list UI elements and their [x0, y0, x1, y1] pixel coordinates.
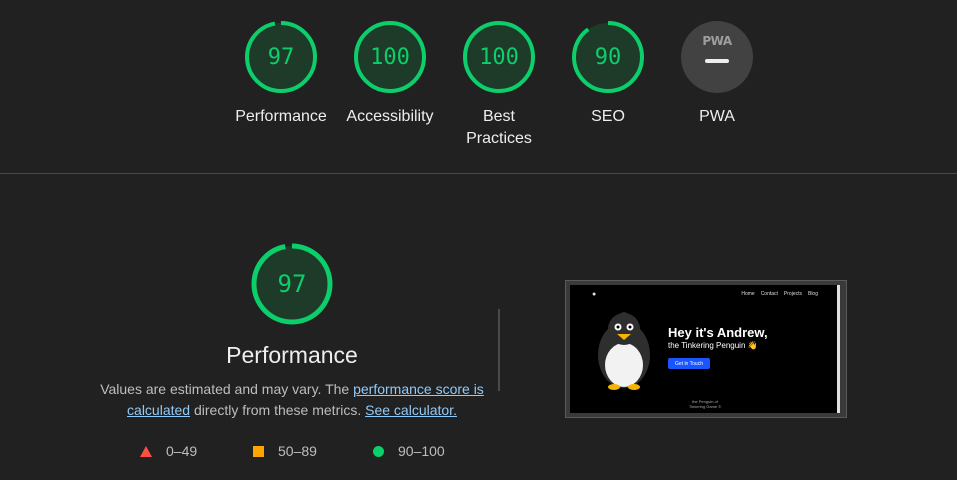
hero-subtitle: the Tinkering Penguin 👋 [668, 341, 758, 350]
square-icon [253, 445, 264, 457]
score-legend: 0–49 50–89 90–100 [0, 443, 580, 463]
hero-title: Hey it's Andrew, [668, 325, 768, 340]
category-gauges: 97 Performance 100 Accessibility 100 Bes… [0, 0, 957, 173]
pwa-badge: PWA [681, 21, 753, 93]
gauge-ring-accessibility: 100 [353, 20, 427, 94]
vertical-separator [498, 309, 500, 391]
site-footer: the Penguin of Tinkering Game © [670, 399, 740, 409]
performance-title: Performance [226, 342, 358, 368]
gauge-ring-seo: 90 [571, 20, 645, 94]
gauge-score: 100 [479, 44, 519, 70]
gauge-label: Best Practices [466, 106, 532, 150]
gauge-score: 100 [370, 44, 410, 70]
legend-range: 90–100 [398, 443, 445, 459]
site-logo-icon: ● [592, 291, 597, 298]
site-footer-line: Tinkering Game © [688, 404, 722, 409]
gauge-score: 97 [267, 44, 295, 70]
section-divider [0, 173, 957, 174]
gauge-label: Performance [235, 108, 327, 125]
final-screenshot[interactable]: ● Home Contact Projects Blog Hey it's An… [565, 280, 847, 418]
penguin-illustration [598, 312, 650, 390]
see-calculator-link[interactable]: See calculator. [365, 402, 457, 418]
get-in-touch-button: Get in Touch [668, 358, 710, 369]
gauge-pwa[interactable]: PWA PWA [667, 20, 767, 128]
desc-text: Values are estimated and may vary. The [100, 381, 354, 397]
site-nav-item: Home [741, 291, 755, 297]
gauge-performance[interactable]: 97 Performance [231, 20, 331, 128]
gauge-seo[interactable]: 90 SEO [558, 20, 658, 128]
triangle-icon [140, 445, 152, 457]
gauge-label-line2: Practices [466, 130, 532, 147]
gauge-label: Accessibility [346, 108, 434, 125]
circle-icon [373, 445, 384, 457]
site-nav: Home Contact Projects Blog [741, 291, 818, 297]
legend-fail: 0–49 [140, 443, 197, 459]
legend-average: 50–89 [253, 443, 317, 459]
legend-range: 50–89 [278, 443, 317, 459]
performance-score: 97 [277, 270, 307, 298]
site-nav-item: Projects [783, 291, 802, 297]
gauge-ring-performance: 97 [244, 20, 318, 94]
pwa-dash-icon [705, 59, 729, 63]
gauge-label-line1: Best [482, 108, 515, 125]
gauge-label: SEO [591, 108, 625, 125]
performance-description: Values are estimated and may vary. The p… [100, 379, 484, 421]
gauge-ring-best-practices: 100 [462, 20, 536, 94]
screenshot-viewport: ● Home Contact Projects Blog Hey it's An… [570, 285, 840, 413]
gauge-label: PWA [699, 108, 735, 125]
legend-pass: 90–100 [373, 443, 445, 459]
gauge-best-practices[interactable]: 100 Best Practices [449, 20, 549, 150]
site-nav-item: Contact [760, 291, 778, 297]
screenshot-scrollbar [837, 285, 840, 413]
legend-range: 0–49 [166, 443, 198, 459]
desc-text: directly from these metrics. [190, 402, 366, 418]
pwa-logo-icon: PWA [702, 34, 732, 48]
performance-main-gauge: 97 [251, 243, 333, 325]
site-nav-item: Blog [807, 291, 818, 297]
gauge-accessibility[interactable]: 100 Accessibility [340, 20, 440, 128]
gauge-score: 90 [594, 44, 622, 70]
